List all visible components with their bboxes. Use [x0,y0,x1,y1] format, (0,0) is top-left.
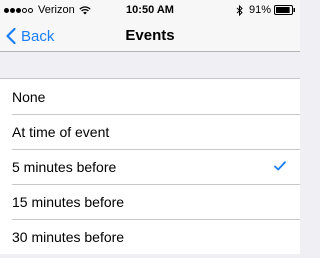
navigation-bar: Back Events [0,20,300,52]
page-title: Events [125,27,175,44]
battery-icon [274,5,295,15]
option-label: 15 minutes before [12,193,125,210]
option-15-minutes-before[interactable]: 15 minutes before [0,184,300,219]
status-bar: Verizon 10:50 AM 91% [0,0,300,20]
battery-percentage: 91% [248,4,271,16]
option-5-minutes-before[interactable]: 5 minutes before [0,149,300,184]
option-at-time-of-event[interactable]: At time of event [0,114,300,149]
options-list: None At time of event 5 minutes before 1… [0,78,300,254]
option-label: At time of event [12,123,110,140]
bluetooth-icon [236,4,243,16]
option-label: 5 minutes before [12,158,117,175]
option-30-minutes-before[interactable]: 30 minutes before [0,219,300,254]
status-right: 91% [236,4,296,16]
option-none[interactable]: None [0,79,300,114]
option-label: 30 minutes before [12,228,125,245]
option-label: None [12,88,46,105]
checkmark-icon [274,161,286,171]
